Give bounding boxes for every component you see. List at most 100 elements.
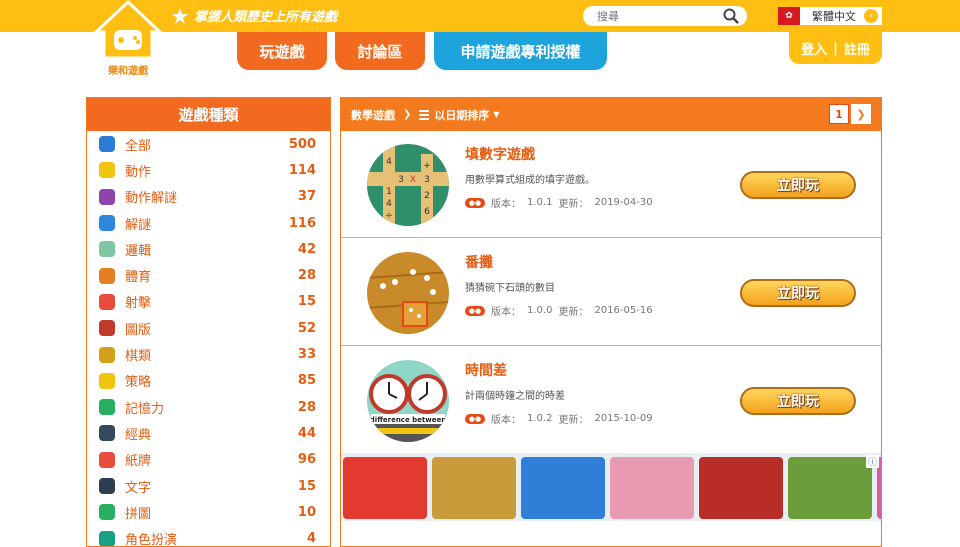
- ad-tile[interactable]: [610, 457, 694, 519]
- category-label: 經典: [125, 427, 152, 443]
- game-title[interactable]: 填數字遊戲: [465, 144, 535, 164]
- updated-value: 2016-05-16: [594, 305, 653, 316]
- crossword-cell: 2: [424, 191, 430, 201]
- ad-tile[interactable]: [343, 457, 427, 519]
- game-thumbnail-fantan[interactable]: [367, 252, 449, 334]
- sidebar-title: 遊戲種類: [87, 98, 330, 131]
- search-box: [583, 6, 747, 26]
- game-title[interactable]: 時間差: [465, 360, 507, 380]
- category-label: 棋類: [125, 349, 152, 365]
- language-label: 繁體中文: [812, 10, 856, 23]
- chevron-right-icon: ❯: [403, 109, 412, 120]
- category-list: 全部 500 動作 114 動作解謎 37 解謎 116 邏輯 42 體育 28 射擊 15 圖版 52 棋類 3…: [87, 131, 330, 547]
- category-count: 10: [297, 504, 316, 520]
- pacman-icon: [99, 162, 115, 179]
- crossword-cell: 3: [398, 175, 404, 185]
- category-label: 圖版: [125, 322, 152, 338]
- bb-icon: [99, 478, 115, 494]
- game-thumbnail-time-difference[interactable]: difference between: [367, 360, 449, 442]
- ad-info-icon[interactable]: ⓘ: [865, 455, 879, 468]
- category-label: 全部: [125, 138, 152, 154]
- all-icon: [99, 136, 115, 153]
- game-description: 用數學算式組成的填字遊戲。: [465, 175, 595, 186]
- ad-banner[interactable]: ⓘ: [341, 453, 881, 521]
- category-item[interactable]: 拼圖 10: [87, 499, 330, 525]
- category-item[interactable]: 棋類 33: [87, 341, 330, 367]
- next-page-icon[interactable]: ❯: [851, 104, 871, 124]
- nav-game-license[interactable]: 申請遊戲專利授權: [434, 32, 607, 70]
- category-count: 44: [297, 425, 316, 441]
- category-item[interactable]: 全部 500: [87, 131, 330, 157]
- category-item[interactable]: 動作解謎 37: [87, 184, 330, 210]
- fantan-thumbnail: [367, 252, 449, 334]
- category-label: 紙牌: [125, 454, 152, 470]
- category-label: 動作解謎: [125, 191, 178, 207]
- search-input[interactable]: [597, 9, 715, 23]
- crown-icon: [99, 346, 115, 363]
- page-number[interactable]: 1: [829, 104, 849, 124]
- updated-label: 更新：: [558, 307, 589, 318]
- cube-icon: [99, 241, 115, 258]
- game-meta: ●● 版本： 1.0.0 更新： 2016-05-16: [465, 303, 653, 318]
- version-label: 版本：: [491, 307, 521, 318]
- crossword-cell: 6: [424, 207, 430, 217]
- role-icon: [99, 530, 115, 546]
- category-count: 114: [288, 162, 316, 178]
- category-item[interactable]: 角色扮演 4: [87, 525, 330, 547]
- crossword-cell: 4: [386, 157, 392, 167]
- nav-play-games[interactable]: 玩遊戲: [237, 32, 327, 70]
- category-label: 拼圖: [125, 506, 152, 522]
- category-count: 15: [297, 294, 316, 310]
- breadcrumb-category[interactable]: 數學遊戲: [351, 107, 395, 123]
- category-item[interactable]: 策略 85: [87, 368, 330, 394]
- updated-label: 更新：: [558, 415, 589, 426]
- gamepad-icon: ●●: [465, 413, 485, 424]
- list-icon: [419, 109, 430, 120]
- jigsaw-icon: [99, 504, 115, 521]
- crossword-cell: X: [410, 175, 416, 185]
- category-item[interactable]: 圖版 52: [87, 315, 330, 341]
- language-selector[interactable]: ✿ 繁體中文 ›: [778, 7, 882, 25]
- play-now-button[interactable]: 立即玩: [740, 387, 856, 415]
- login-link[interactable]: 登入: [801, 39, 827, 58]
- cards-icon: [99, 451, 115, 468]
- category-item[interactable]: 紙牌 96: [87, 447, 330, 473]
- ad-tile[interactable]: [699, 457, 783, 519]
- category-item[interactable]: 記憶力 28: [87, 394, 330, 420]
- slogan: 掌握人類歷史上所有遊戲: [172, 6, 337, 25]
- chevron-right-icon: ›: [864, 9, 878, 23]
- nav-forum[interactable]: 討論區: [335, 32, 425, 70]
- category-item[interactable]: 文字 15: [87, 473, 330, 499]
- hong-kong-flag-icon: ✿: [778, 7, 800, 25]
- game-title[interactable]: 番攤: [465, 252, 493, 272]
- category-label: 動作: [125, 164, 152, 180]
- sort-dropdown[interactable]: 以日期排序: [434, 107, 489, 123]
- ad-tiles: [343, 457, 881, 519]
- category-count: 28: [297, 268, 316, 284]
- register-link[interactable]: 註冊: [844, 39, 870, 58]
- chevron-down-icon[interactable]: ▼: [493, 110, 499, 119]
- ad-tile[interactable]: [788, 457, 872, 519]
- category-item[interactable]: 經典 44: [87, 420, 330, 446]
- auth-links: 登入 | 註冊: [789, 32, 882, 64]
- game-thumbnail-crossword[interactable]: 4 3 X 3 1 + 4 2 ÷ 6: [367, 144, 449, 226]
- crossword-cell: ÷: [385, 211, 393, 221]
- play-now-button[interactable]: 立即玩: [740, 171, 856, 199]
- basketball-icon: [99, 267, 115, 284]
- ad-tile[interactable]: [521, 457, 605, 519]
- ad-tile[interactable]: [432, 457, 516, 519]
- play-now-button[interactable]: 立即玩: [740, 279, 856, 307]
- category-label: 邏輯: [125, 243, 152, 259]
- category-item[interactable]: 射擊 15: [87, 289, 330, 315]
- search-icon[interactable]: [723, 8, 739, 24]
- site-logo[interactable]: 樂和遊戲: [92, 0, 164, 78]
- category-count: 33: [297, 347, 316, 363]
- category-item[interactable]: 動作 114: [87, 157, 330, 183]
- category-item[interactable]: 解謎 116: [87, 210, 330, 236]
- target-icon: [99, 293, 115, 310]
- category-item[interactable]: 體育 28: [87, 262, 330, 288]
- category-count: 52: [297, 320, 316, 336]
- category-label: 角色扮演: [125, 533, 178, 547]
- category-item[interactable]: 邏輯 42: [87, 236, 330, 262]
- puzzle-icon: [99, 215, 115, 232]
